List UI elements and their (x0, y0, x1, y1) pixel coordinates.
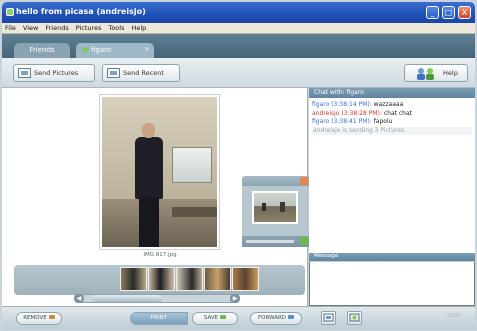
forward-icon (288, 315, 295, 319)
message-header: Message (309, 253, 475, 261)
bottom-bar: REMOVE PRINT SAVE FORWARD SEND (2, 306, 475, 329)
menu-tools[interactable]: Tools (105, 23, 128, 32)
title-bar: hello from picasa (andreisjo) _ □ X (2, 2, 475, 23)
tab-friends[interactable]: Friends (14, 43, 70, 58)
menu-view[interactable]: View (20, 23, 42, 32)
picture-icon (18, 68, 31, 78)
incoming-picture-tile[interactable] (242, 176, 310, 248)
maximize-button[interactable]: □ (442, 6, 455, 19)
print-button[interactable]: PRINT (130, 312, 188, 325)
incoming-thumbnail[interactable] (252, 191, 298, 224)
chat-line: andreisjo (3:38:28 PM): chat chat (312, 109, 413, 117)
window-title: hello from picasa (andreisjo) (16, 7, 146, 16)
tab-figaro-label: figaro (91, 46, 112, 54)
tab-strip: Friends figaro x (2, 34, 475, 58)
chat-log: figaro (3:38:14 PM): wazzaaaa andreisjo … (312, 101, 472, 135)
chat-header: Chat with: figaro (309, 88, 475, 98)
chat-line: figaro (3:38:41 PM): fapolu (312, 118, 393, 125)
incoming-tile-header (242, 176, 310, 186)
incoming-progress (242, 236, 310, 247)
minimize-button[interactable]: _ (426, 6, 439, 19)
thumbnail[interactable] (232, 267, 259, 291)
menu-bar: File View Friends Pictures Tools Help (2, 23, 475, 34)
send-pictures-label: Send Pictures (34, 69, 79, 77)
app-icon (6, 8, 14, 16)
menu-friends[interactable]: Friends (42, 23, 72, 32)
scroll-right-icon[interactable]: ▶ (230, 294, 240, 303)
thumbnail[interactable] (176, 267, 203, 291)
eraser-icon (48, 315, 55, 319)
thumbnail[interactable] (148, 267, 175, 291)
chat-status-line: andreisjo is sending 3 Pictures (312, 126, 472, 135)
close-button[interactable]: X (458, 6, 471, 19)
help-button[interactable]: Help (404, 64, 468, 82)
thumbnail[interactable] (204, 267, 231, 291)
tab-figaro[interactable]: figaro x (76, 43, 154, 58)
send-pictures-button[interactable]: Send Pictures (13, 64, 95, 82)
send-recent-label: Send Recent (123, 69, 164, 77)
menu-pictures[interactable]: Pictures (73, 23, 106, 32)
thumbnail[interactable] (120, 267, 147, 291)
send-message-button[interactable]: SEND (438, 313, 470, 324)
menu-help[interactable]: Help (128, 23, 150, 32)
people-icon (417, 68, 434, 80)
scroll-left-icon[interactable]: ◀ (74, 294, 84, 303)
toolbar: Send Pictures Send Recent Help (2, 58, 475, 88)
online-status-icon (82, 47, 88, 53)
filmstrip-scroll-thumb[interactable] (92, 295, 162, 302)
dismiss-icon[interactable] (300, 177, 308, 185)
send-recent-button[interactable]: Send Recent (102, 64, 180, 82)
message-input[interactable] (309, 261, 475, 306)
emoticon-button[interactable] (347, 311, 362, 325)
main-photo[interactable] (100, 95, 219, 249)
forward-button[interactable]: FORWARD (250, 312, 302, 325)
close-tab-icon[interactable]: x (145, 45, 149, 53)
help-label: Help (443, 69, 458, 77)
save-icon (220, 315, 227, 319)
tab-friends-label: Friends (29, 46, 55, 54)
photo-viewer: IMG 817.jpg ◀ ▶ (2, 88, 310, 306)
smiley-icon (349, 313, 360, 322)
photo-caption: IMG 817.jpg (143, 252, 177, 258)
picture-icon (323, 313, 334, 322)
accept-icon[interactable] (300, 237, 308, 245)
recent-pictures-icon (107, 68, 120, 78)
chat-line: figaro (3:38:14 PM): wazzaaaa (312, 101, 404, 108)
picture-chat-button[interactable] (321, 311, 336, 325)
menu-file[interactable]: File (2, 23, 20, 32)
save-button[interactable]: SAVE (192, 312, 238, 325)
remove-button[interactable]: REMOVE (16, 312, 62, 325)
